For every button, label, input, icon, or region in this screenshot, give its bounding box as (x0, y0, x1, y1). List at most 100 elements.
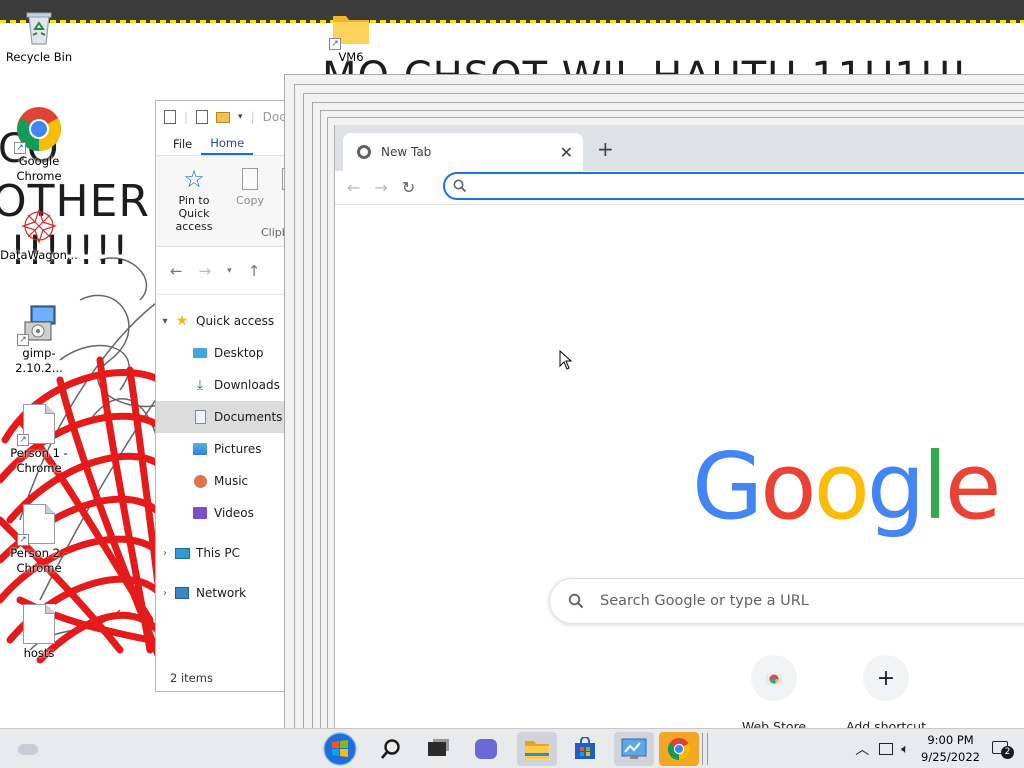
desktop-icon-label: gimp-2.10.2... (15, 346, 63, 375)
folder-icon: ↗ (329, 8, 371, 50)
google-logo: Google (692, 437, 1001, 537)
taskbar-overflow-lines (702, 733, 708, 765)
window-title: Doc (262, 110, 286, 124)
nav-music[interactable]: Music (156, 465, 304, 497)
recent-locations-chevron-icon[interactable]: ▾ (227, 266, 232, 276)
explorer-navbar: ← → ▾ ↑ (156, 247, 304, 295)
desktop-icon-gimp-installer[interactable]: ↗ gimp-2.10.2... (0, 304, 78, 376)
file-icon (19, 604, 59, 644)
desktop-icon-person-2-chrome[interactable]: ↗ Person 2 - Chrome (0, 504, 78, 576)
volume-icon[interactable]: 🔈︎ (901, 742, 909, 757)
nav-quick-access[interactable]: ▾ ★ Quick access (156, 305, 304, 337)
search-icon (381, 739, 400, 759)
explorer-titlebar[interactable]: | ▾ | Doc (156, 101, 304, 133)
chrome-icon: ↗ (14, 106, 62, 154)
clock[interactable]: 9:00 PM 9/25/2022 (921, 732, 980, 766)
forward-arrow-icon[interactable]: → (374, 178, 387, 197)
tab-home[interactable]: Home (201, 133, 254, 155)
nav-pictures[interactable]: Pictures (156, 433, 304, 465)
back-arrow-icon[interactable]: ← (347, 178, 360, 197)
desktop-icon-hosts[interactable]: hosts (0, 604, 78, 661)
nav-downloads[interactable]: ⤓ Downloads (156, 369, 304, 401)
pin-to-quick-access-button[interactable]: ☆ Pin to Quick access (162, 166, 226, 233)
chrome-taskbar-button[interactable] (659, 732, 699, 766)
file-explorer-taskbar-button[interactable] (517, 732, 557, 766)
notification-center-button[interactable]: 2 (992, 739, 1014, 759)
desktop-folder-icon (192, 345, 208, 361)
address-bar[interactable] (443, 172, 1024, 200)
search-icon (453, 179, 467, 193)
google-search-box[interactable]: Search Google or type a URL (549, 578, 1024, 624)
copy-button[interactable]: Copy (232, 166, 268, 207)
nav-label: Downloads (214, 378, 280, 392)
shortcut-arrow-icon: ↗ (17, 534, 29, 546)
shortcut-label: Web Store (741, 719, 807, 728)
nav-network[interactable]: › Network (156, 577, 304, 609)
shortcut-arrow-icon: ↗ (17, 434, 29, 446)
chevron-right-icon[interactable]: › (156, 588, 174, 599)
tab-new-tab[interactable]: New Tab ✕ (343, 133, 583, 171)
installer-icon: ↗ (17, 304, 59, 346)
nav-videos[interactable]: Videos (156, 497, 304, 529)
shortcut-web-store[interactable]: Web Store (726, 655, 822, 728)
mouse-cursor-icon (559, 350, 573, 370)
new-folder-icon[interactable] (216, 111, 231, 123)
music-icon (192, 473, 208, 489)
properties-icon[interactable] (196, 110, 209, 124)
weather-widget[interactable] (8, 732, 48, 766)
recycle-bin-icon (19, 8, 59, 48)
nav-label: This PC (196, 546, 240, 560)
copy-label: Copy (236, 194, 264, 207)
desktop-icon-google-chrome[interactable]: ↗ Google Chrome (0, 106, 78, 184)
chevron-down-icon[interactable]: ▾ (156, 316, 174, 327)
chevron-right-icon[interactable]: › (156, 548, 174, 559)
new-tab-page: Google Search Google or type a URL Web S… (335, 205, 1024, 728)
download-icon: ⤓ (196, 377, 204, 393)
notification-count-badge: 2 (1001, 746, 1014, 759)
nav-documents[interactable]: Documents (156, 401, 304, 433)
search-icon (568, 593, 584, 609)
desktop-icon-person-1-chrome[interactable]: ↗ Person 1 - Chrome (0, 404, 78, 476)
nav-label: Documents (214, 410, 283, 424)
new-tab-plus-icon[interactable]: + (597, 137, 614, 161)
store-button[interactable] (565, 732, 605, 766)
shortcut-arrow-icon: ↗ (14, 142, 26, 154)
network-status-icon[interactable] (879, 743, 894, 755)
back-arrow-icon[interactable]: ← (170, 262, 183, 280)
desktop-icon-label: Google Chrome (16, 154, 62, 183)
taskbar: ︿ 🔈︎ 9:00 PM 9/25/2022 2 (0, 728, 1024, 768)
tab-file[interactable]: File (164, 134, 201, 154)
videos-icon (192, 505, 208, 521)
desktop-icon-datawagon[interactable]: DataWagon... (0, 206, 78, 263)
nav-label: Desktop (214, 346, 264, 360)
shortcut-label: Add shortcut (846, 719, 926, 728)
reload-icon[interactable]: ↻ (402, 178, 415, 197)
pictures-icon (192, 441, 208, 457)
shortcut-arrow-icon: ↗ (329, 38, 341, 50)
nav-desktop[interactable]: Desktop (156, 337, 304, 369)
nav-label: Network (196, 586, 247, 600)
start-button[interactable] (320, 732, 360, 766)
desktop-icon-recycle-bin[interactable]: Recycle Bin (0, 8, 78, 65)
file-explorer-window[interactable]: | ▾ | Doc File Home ☆ Pin to Quick acces… (155, 100, 305, 692)
chevron-down-icon[interactable]: ▾ (238, 112, 243, 122)
nav-label: Videos (214, 506, 254, 520)
star-icon: ★ (175, 313, 189, 329)
search-button[interactable] (371, 732, 411, 766)
show-hidden-icons-chevron-icon[interactable]: ︿ (855, 739, 869, 759)
chat-button[interactable] (466, 732, 506, 766)
up-arrow-icon[interactable]: ↑ (248, 262, 261, 280)
shortcut-arrow-icon: ↗ (17, 334, 29, 346)
chrome-tab-favicon-icon (357, 145, 371, 159)
nav-this-pc[interactable]: › This PC (156, 537, 304, 569)
copy-icon (242, 168, 258, 190)
control-panel-button[interactable] (614, 732, 654, 766)
close-tab-icon[interactable]: ✕ (560, 143, 573, 162)
computer-icon (174, 545, 190, 561)
task-view-button[interactable] (417, 732, 457, 766)
desktop-icon-vm6[interactable]: ↗ VM6 (312, 8, 390, 65)
chrome-window[interactable]: New Tab ✕ + ← → ↻ Google Search Google o… (334, 125, 1024, 728)
forward-arrow-icon[interactable]: → (199, 262, 212, 280)
shortcut-add[interactable]: + Add shortcut (838, 655, 934, 728)
logo-letter: g (866, 433, 925, 540)
